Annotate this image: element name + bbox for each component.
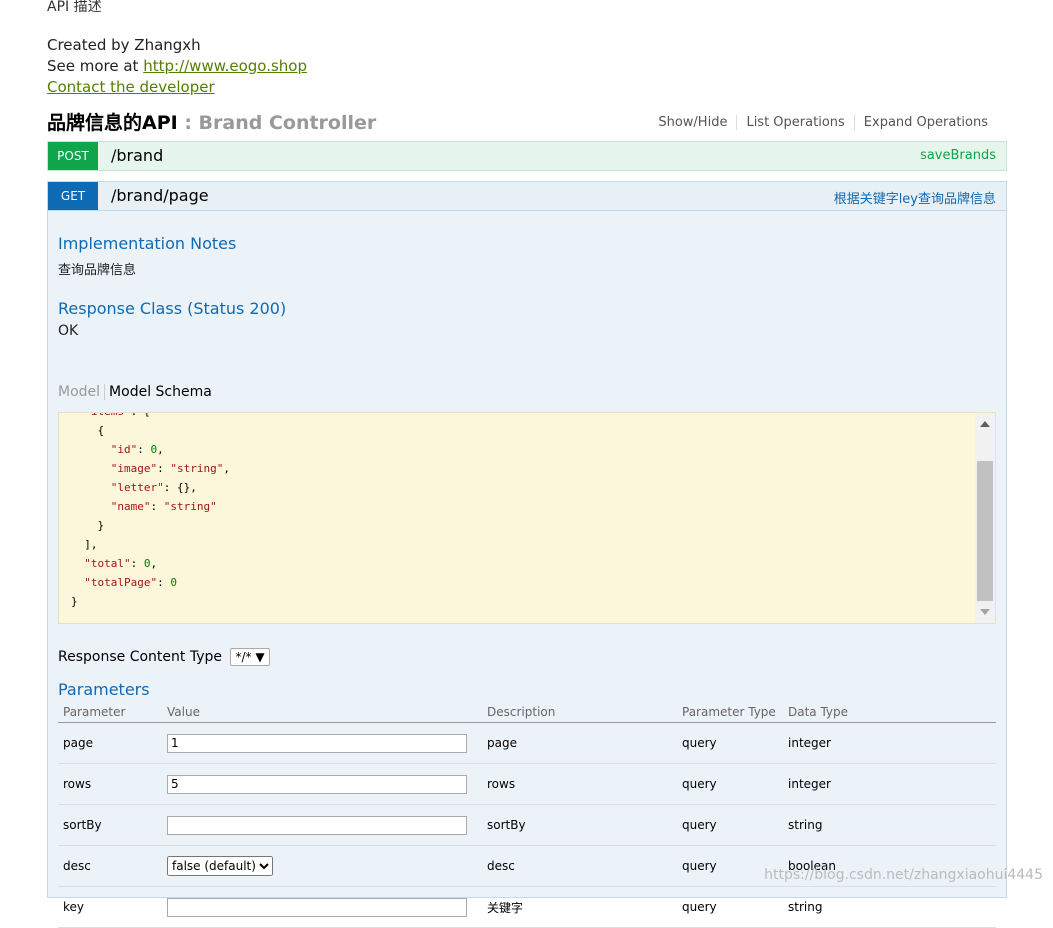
operation-path[interactable]: /brand bbox=[111, 146, 163, 165]
response-class-title: Response Class (Status 200) bbox=[58, 299, 287, 318]
operation-summary[interactable]: 根据关键字ley查询品牌信息 bbox=[834, 188, 996, 207]
param-data-type: string bbox=[783, 804, 996, 846]
http-method-badge[interactable]: GET bbox=[48, 182, 98, 210]
param-type: query bbox=[677, 804, 783, 846]
table-row: page page query integer bbox=[58, 722, 996, 764]
param-type: query bbox=[677, 763, 783, 805]
param-data-type: integer bbox=[783, 722, 996, 764]
operation-path[interactable]: /brand/page bbox=[111, 186, 209, 205]
created-by: Created by Zhangxh bbox=[47, 36, 201, 54]
param-name: desc bbox=[58, 845, 162, 887]
tab-model-schema[interactable]: Model Schema bbox=[105, 384, 212, 400]
col-parameter: Parameter bbox=[58, 701, 162, 723]
show-hide-link[interactable]: Show/Hide bbox=[649, 115, 736, 130]
resource-actions: Show/Hide List Operations Expand Operation… bbox=[649, 115, 997, 130]
response-content-type-value: */* bbox=[235, 650, 252, 664]
col-description: Description bbox=[482, 701, 677, 723]
see-more-line: See more at http://www.eogo.shop bbox=[47, 56, 307, 77]
response-content-type-label: Response Content Type bbox=[58, 649, 222, 665]
snippet-scrollbar[interactable] bbox=[975, 413, 995, 623]
operation-post-brand: POST /brand saveBrands bbox=[47, 141, 1007, 171]
parameters-title: Parameters bbox=[58, 680, 150, 699]
param-description: page bbox=[482, 722, 677, 764]
param-page-input[interactable] bbox=[167, 733, 467, 753]
resource-title-cn[interactable]: 品牌信息的API bbox=[47, 112, 178, 134]
contact-developer-link[interactable]: Contact the developer bbox=[47, 78, 215, 96]
resource-controller-name[interactable]: Brand Controller bbox=[199, 112, 377, 134]
dropdown-arrow-icon: ▼ bbox=[255, 650, 265, 664]
expand-operations-link[interactable]: Expand Operations bbox=[853, 115, 997, 130]
http-method-badge[interactable]: POST bbox=[48, 142, 98, 170]
param-description: desc bbox=[482, 845, 677, 887]
param-description: rows bbox=[482, 763, 677, 805]
tab-model[interactable]: Model bbox=[58, 384, 106, 400]
scrollbar-thumb[interactable] bbox=[977, 461, 993, 601]
see-more-link[interactable]: http://www.eogo.shop bbox=[143, 57, 307, 75]
schema-tabs: Model Model Schema bbox=[58, 384, 212, 400]
operation-get-brand-page: GET /brand/page 根据关键字ley查询品牌信息 Implement… bbox=[47, 181, 1007, 928]
resource-title[interactable]: 品牌信息的API : Brand Controller bbox=[47, 108, 376, 135]
implementation-notes-title: Implementation Notes bbox=[58, 234, 237, 253]
operation-post-header[interactable]: POST /brand saveBrands bbox=[48, 142, 1006, 170]
col-data-type: Data Type bbox=[783, 701, 996, 723]
response-content-type-select[interactable]: */* ▼ bbox=[230, 648, 270, 666]
operation-get-header[interactable]: GET /brand/page 根据关键字ley查询品牌信息 bbox=[48, 182, 1006, 211]
implementation-notes-text: 查询品牌信息 bbox=[58, 263, 137, 278]
table-row: sortBy sortBy query string bbox=[58, 804, 996, 846]
list-operations-link[interactable]: List Operations bbox=[736, 115, 854, 130]
param-type: query bbox=[677, 722, 783, 764]
param-desc-select[interactable]: false (default) bbox=[167, 856, 273, 876]
operation-summary[interactable]: saveBrands bbox=[920, 148, 996, 163]
col-parameter-type: Parameter Type bbox=[677, 701, 783, 723]
model-schema-snippet[interactable]: "items": [ { "id": 0, "image": "string",… bbox=[58, 412, 996, 624]
resource-header: 品牌信息的API : Brand Controller Show/Hide Lis… bbox=[47, 108, 1007, 136]
param-data-type: integer bbox=[783, 763, 996, 805]
param-name: sortBy bbox=[58, 804, 162, 846]
table-row: rows rows query integer bbox=[58, 763, 996, 805]
response-content-type: Response Content Type */* ▼ bbox=[58, 648, 270, 666]
response-class-value: OK bbox=[58, 323, 79, 339]
api-description: API 描述 bbox=[47, 0, 102, 15]
see-more-prefix: See more at bbox=[47, 57, 144, 75]
param-name: page bbox=[58, 722, 162, 764]
parameters-table: Parameter Value Description Parameter Ty… bbox=[58, 701, 996, 928]
watermark: https://blog.csdn.net/zhangxiaohui4445 bbox=[764, 867, 1043, 883]
param-key-input[interactable] bbox=[167, 897, 467, 917]
scroll-down-arrow-icon[interactable] bbox=[980, 609, 990, 615]
resource-separator: : bbox=[177, 112, 199, 134]
parameters-header-row: Parameter Value Description Parameter Ty… bbox=[58, 701, 996, 723]
param-name: rows bbox=[58, 763, 162, 805]
param-description: sortBy bbox=[482, 804, 677, 846]
col-value: Value bbox=[162, 701, 482, 723]
param-sortby-input[interactable] bbox=[167, 815, 467, 835]
model-schema-code: "items": [ { "id": 0, "image": "string",… bbox=[71, 413, 230, 608]
param-rows-input[interactable] bbox=[167, 774, 467, 794]
scroll-up-arrow-icon[interactable] bbox=[980, 421, 990, 427]
